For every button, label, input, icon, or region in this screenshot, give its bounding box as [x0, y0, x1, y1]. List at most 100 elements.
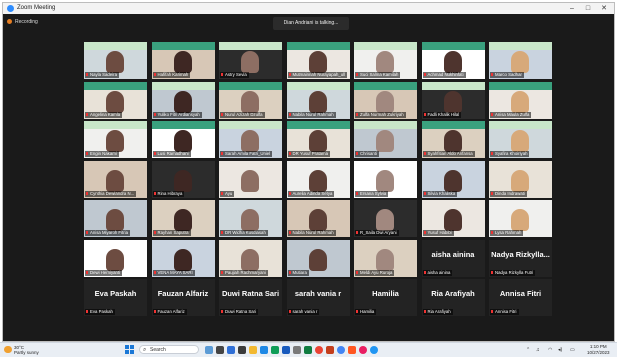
- language-icon[interactable]: ♫: [536, 346, 540, 354]
- participant-face: [376, 169, 394, 192]
- excel-icon[interactable]: [304, 346, 312, 354]
- widgets-icon[interactable]: [205, 346, 213, 354]
- close-icon[interactable]: ✕: [596, 3, 612, 14]
- task-view-icon[interactable]: [216, 346, 224, 354]
- store-icon[interactable]: [271, 346, 279, 354]
- participant-tile[interactable]: Nayla Sadeira: [84, 42, 147, 79]
- participant-tile[interactable]: Meldi Ayu Ruroja: [354, 239, 417, 277]
- participant-name-label: aisha ainina: [422, 269, 453, 276]
- participant-tile[interactable]: Rayhan Saputra: [151, 200, 215, 237]
- word-icon[interactable]: [282, 346, 290, 354]
- participant-tile[interactable]: Marco Sadhar: [489, 42, 552, 79]
- participant-tile[interactable]: Hafifah Karimah: [151, 42, 215, 79]
- participant-name: Ayu: [225, 190, 233, 196]
- participant-name-label: Duwi Ratna Sari: [220, 309, 259, 315]
- participant-tile[interactable]: Achmad Nukhinfati: [421, 42, 485, 79]
- participant-tile[interactable]: Ersana Sylvia: [354, 160, 417, 198]
- minimize-icon[interactable]: –: [564, 3, 580, 14]
- participant-tile[interactable]: Mutiara: [286, 239, 350, 277]
- participant-tile[interactable]: Duwi Ratna Sari Duwi Ratna Sari: [219, 279, 282, 316]
- taskbar: 30°C Partly sunny ⌕ Search ⌃ ♫ ◠ ◂) ▭ 1:…: [0, 342, 617, 357]
- participant-tile[interactable]: aisha ainina aisha ainina: [421, 239, 485, 277]
- mic-muted-icon: [86, 191, 88, 195]
- participant-tile[interactable]: Astry Sevia: [219, 42, 282, 79]
- participant-tile[interactable]: VENA MAYA SARI: [151, 239, 215, 277]
- zoom-app-icon[interactable]: [227, 346, 235, 354]
- participant-tile[interactable]: DR Yusuf Pratama: [286, 121, 350, 158]
- edge-icon[interactable]: [260, 346, 268, 354]
- participant-tile[interactable]: Syahfitian Aldo Anfansa: [421, 121, 485, 158]
- participant-tile[interactable]: sarah vania r sarah vania r: [286, 279, 350, 316]
- app-icon[interactable]: [348, 346, 356, 354]
- participant-name: Mutiara: [292, 269, 307, 275]
- participant-name-label: Paujiah Rachmaryani: [220, 269, 268, 276]
- media-icon[interactable]: [359, 346, 367, 354]
- chevron-up-icon[interactable]: ⌃: [526, 346, 530, 354]
- participant-tile[interactable]: Eva Paskah Eva Paskah: [84, 279, 147, 316]
- browser-icon[interactable]: [337, 346, 345, 354]
- participant-tile[interactable]: Dinda Indrawati: [489, 160, 552, 198]
- participant-tile[interactable]: Zulfa Nurmah Zukriyah: [354, 81, 417, 119]
- participant-face: [241, 51, 259, 73]
- participant-tile[interactable]: Mutmainnah Nurayapah_ull: [286, 42, 350, 79]
- participant-face: [241, 209, 259, 231]
- mic-muted-icon: [356, 112, 358, 116]
- virtual-background-banner: [489, 121, 552, 129]
- mic-muted-icon: [288, 270, 291, 274]
- mic-muted-icon: [491, 73, 493, 77]
- weather-widget[interactable]: 30°C Partly sunny: [14, 345, 39, 355]
- file-explorer-icon[interactable]: [249, 346, 257, 354]
- clock[interactable]: 1:10 PM 10/27/2023: [587, 344, 610, 355]
- participant-tile[interactable]: Yusuf Habibi: [421, 200, 485, 237]
- wifi-icon[interactable]: ◠: [548, 346, 552, 354]
- participant-tile[interactable]: Angelina Kamla: [84, 81, 147, 119]
- participant-tile[interactable]: Lysa Rahmah: [489, 200, 552, 237]
- taskbar-search[interactable]: ⌕ Search: [139, 345, 199, 354]
- participant-face: [443, 51, 462, 73]
- participant-tile[interactable]: Chrisanti: [354, 121, 417, 158]
- participant-tile[interactable]: Nabila Nurul Rahmah: [286, 200, 350, 237]
- recording-indicator[interactable]: Recording: [7, 18, 38, 27]
- chrome-icon[interactable]: [315, 346, 323, 354]
- participant-tile[interactable]: Annisa Fitri Annisa Fitri: [489, 279, 552, 316]
- participant-tile[interactable]: R_Saila Dwi Aryani: [354, 200, 417, 237]
- participant-tile[interactable]: Silvia Khaliska: [421, 160, 485, 198]
- windows-start-icon[interactable]: [125, 345, 134, 354]
- participant-tile[interactable]: Engin Nakami: [84, 121, 147, 158]
- participant-tile[interactable]: Anisa Maula Zulfa: [489, 81, 552, 119]
- participant-tile[interactable]: Rina Hibraya: [151, 160, 215, 198]
- participant-name-label: Lysa Rahmah: [490, 230, 524, 236]
- participant-tile[interactable]: Ayu: [219, 160, 282, 198]
- mic-muted-icon: [491, 270, 493, 274]
- participant-tile[interactable]: Sarah Amila Fatri_Uniel: [219, 121, 282, 158]
- participant-tile[interactable]: Suci Salma Kamilah: [354, 42, 417, 79]
- powerpoint-icon[interactable]: [326, 346, 334, 354]
- participant-tile[interactable]: Syafira Khoiriyah: [489, 121, 552, 158]
- photos-icon[interactable]: [293, 346, 301, 354]
- volume-icon[interactable]: ◂): [558, 346, 562, 354]
- participant-tile[interactable]: Anisa Miyaroh Fitria: [84, 200, 147, 237]
- participant-tile[interactable]: Cynthia Dewiandra N...: [84, 160, 147, 198]
- participant-tile[interactable]: Yuliko Fitri Ardiansyah: [151, 81, 215, 119]
- talking-indicator: Dian Andriani is talking...: [273, 17, 349, 30]
- battery-icon[interactable]: ▭: [570, 346, 575, 354]
- participant-name-label: Fauzan Alfariz: [152, 309, 187, 315]
- participant-name: Yuliko Fitri Ardiansyah: [157, 111, 200, 117]
- participant-tile[interactable]: Nadya Rizkylla... Nadya Rizkylla Futri: [489, 239, 552, 277]
- participant-tile[interactable]: Lusi Ramadhani: [151, 121, 215, 158]
- maximize-icon[interactable]: □: [580, 3, 596, 14]
- participant-tile[interactable]: Nabila Nurul Rahmah: [286, 81, 350, 119]
- participant-tile[interactable]: Hamilia Hamilia: [354, 279, 417, 316]
- participant-tile[interactable]: Aurelia Adinda Setya: [286, 160, 350, 198]
- settings-app-icon[interactable]: [370, 346, 378, 354]
- participant-tile[interactable]: Nurul Azizah Dzulfa: [219, 81, 282, 119]
- virtual-background-banner: [286, 121, 350, 129]
- participant-tile[interactable]: Fauzan Alfariz Fauzan Alfariz: [151, 279, 215, 316]
- participant-tile[interactable]: Ria Arafiyah Ria Arafiyah: [421, 279, 485, 316]
- participant-tile[interactable]: DR Widha Kusdiasah: [219, 200, 282, 237]
- camera-app-icon[interactable]: [238, 346, 246, 354]
- participant-tile[interactable]: Paujiah Rachmaryani: [219, 239, 282, 277]
- participant-tile[interactable]: Dewi Herniyanti: [84, 239, 147, 277]
- weather-icon[interactable]: [4, 346, 12, 353]
- participant-tile[interactable]: Fadli Khalik Hilal: [421, 81, 485, 119]
